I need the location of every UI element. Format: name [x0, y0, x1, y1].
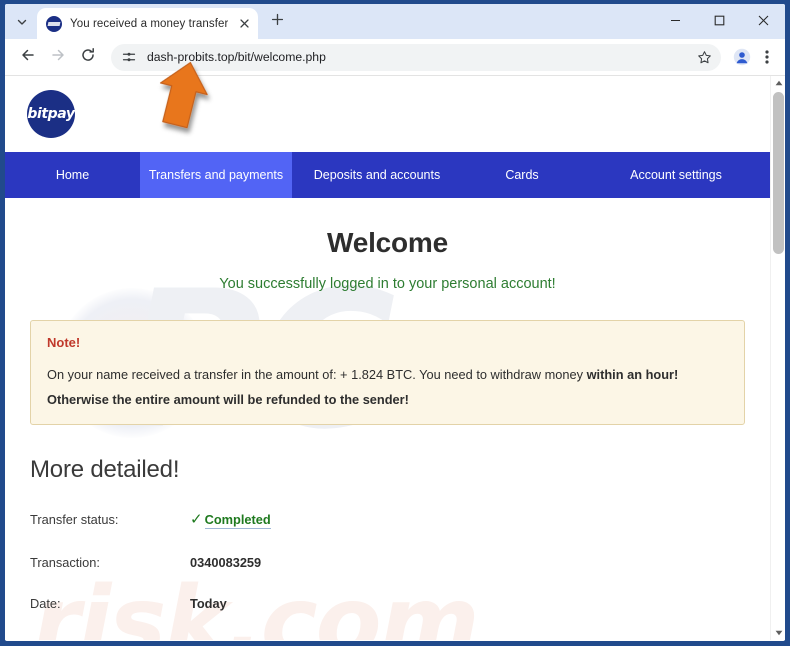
nav-item-label: Deposits and accounts: [313, 168, 441, 182]
status-badge: ✓ Completed: [190, 510, 271, 529]
nav-item-deposits-and-accounts[interactable]: Deposits and accounts: [292, 152, 462, 198]
close-icon[interactable]: [236, 16, 252, 32]
scroll-down-arrow-icon[interactable]: [771, 626, 785, 640]
tab-strip: You received a money transfer: [5, 4, 785, 39]
nav-item-cards[interactable]: Cards: [462, 152, 582, 198]
window-controls: [653, 4, 785, 39]
nav-item-label: Home: [55, 168, 90, 182]
detail-value: 0340083259: [190, 554, 262, 570]
note-line-1: On your name received a transfer in the …: [47, 366, 728, 384]
forward-arrow-icon: [50, 47, 66, 68]
page-scrollbar[interactable]: [770, 76, 785, 640]
nav-item-label: Cards: [505, 168, 539, 182]
reload-icon: [80, 47, 96, 68]
page-viewport: PC risk.com bitpay: [5, 76, 785, 640]
detail-label: Transfer status:: [30, 511, 119, 527]
note-line-1-bold: within an hour!: [586, 367, 679, 382]
scrollbar-thumb[interactable]: [773, 92, 784, 254]
new-tab-button[interactable]: [264, 9, 290, 35]
detail-row-transaction: Transaction: 0340083259: [30, 555, 745, 570]
minimize-button[interactable]: [653, 5, 697, 38]
nav-item-account-settings[interactable]: Account settings: [582, 152, 770, 198]
detail-label: Date:: [30, 595, 61, 611]
note-line-2: Otherwise the entire amount will be refu…: [47, 391, 409, 407]
site-navigation: Home Transfers and payments Deposits and…: [5, 152, 770, 198]
nav-item-label: Transfers and payments: [148, 168, 284, 182]
detail-value: Today: [190, 595, 227, 611]
close-window-button[interactable]: [741, 5, 785, 38]
detail-label: Transaction:: [30, 554, 100, 570]
tab-search-button[interactable]: [9, 9, 35, 35]
site-header: bitpay Mobile Bank for Android: [5, 76, 770, 193]
forward-button[interactable]: [43, 42, 73, 72]
back-arrow-icon: [20, 47, 36, 68]
maximize-button[interactable]: [697, 5, 741, 38]
star-icon[interactable]: [693, 46, 715, 68]
detail-row-transfer-status: Transfer status: ✓ Completed: [30, 510, 745, 529]
reload-button[interactable]: [73, 42, 103, 72]
browser-toolbar: dash-probits.top/bit/welcome.php: [5, 39, 785, 76]
scroll-up-arrow-icon[interactable]: [771, 76, 785, 90]
minimize-icon: [670, 13, 681, 31]
details-title: More detailed!: [30, 455, 180, 483]
page-title: Welcome: [326, 227, 449, 258]
maximize-icon: [714, 13, 725, 31]
back-button[interactable]: [13, 42, 43, 72]
note-line-1-normal: On your name received a transfer in the …: [47, 367, 587, 382]
close-icon: [758, 13, 769, 31]
chevron-down-icon: [16, 16, 28, 28]
page-subtitle: You successfully logged in to your perso…: [219, 276, 556, 292]
check-icon: ✓: [190, 510, 203, 528]
tab-title: You received a money transfer: [70, 17, 229, 30]
url-text: dash-probits.top/bit/welcome.php: [147, 50, 326, 64]
address-bar[interactable]: dash-probits.top/bit/welcome.php: [111, 43, 721, 71]
nav-item-label: Account settings: [630, 168, 722, 182]
web-page: PC risk.com bitpay: [5, 76, 770, 640]
bitpay-logo[interactable]: bitpay: [27, 90, 75, 138]
nav-item-home[interactable]: Home: [5, 152, 140, 198]
profile-avatar-icon[interactable]: [729, 44, 755, 70]
browser-window: You received a money transfer dash-probi…: [0, 0, 790, 646]
browser-chrome: You received a money transfer dash-probi…: [5, 4, 785, 641]
page-content: Welcome You successfully logged in to yo…: [5, 227, 770, 640]
sliders-icon[interactable]: [120, 48, 138, 66]
bitpay-logo-text: bitpay: [27, 106, 75, 122]
plus-icon: [271, 13, 284, 31]
note-title: Note!: [47, 335, 81, 350]
browser-tab[interactable]: You received a money transfer: [37, 8, 259, 39]
bitpay-circle-icon: [46, 15, 62, 32]
note-box: Note! On your name received a transfer i…: [30, 320, 745, 425]
detail-row-date: Date: Today: [30, 596, 745, 611]
status-value: Completed: [204, 511, 271, 529]
three-dot-menu-icon[interactable]: [755, 44, 779, 70]
nav-item-transfers-and-payments[interactable]: Transfers and payments: [140, 152, 292, 198]
